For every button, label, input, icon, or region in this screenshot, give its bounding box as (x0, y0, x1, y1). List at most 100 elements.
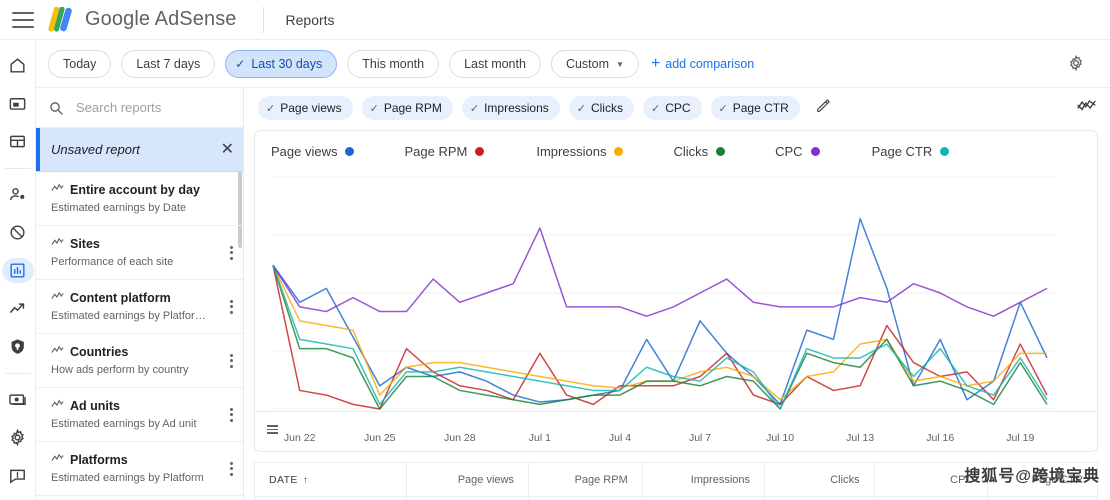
plus-icon: + (650, 55, 661, 72)
x-axis-tick: Jul 4 (608, 431, 632, 444)
cell-page-views: 9,708 (405, 496, 529, 500)
rail-item-account-settings[interactable] (2, 425, 34, 451)
legend-item-clicks[interactable]: Clicks (673, 143, 726, 159)
rail-item-feedback[interactable] (2, 462, 34, 488)
check-icon: ✓ (718, 102, 728, 115)
report-title: Entire account by day (70, 183, 200, 197)
report-title: Unsaved report (51, 142, 140, 157)
chart-type-button[interactable] (1077, 97, 1096, 118)
more-options-icon[interactable] (230, 245, 233, 260)
cell-page-ctr: 1.70% (987, 496, 1098, 500)
x-axis-tick: Jul 10 (766, 431, 795, 444)
report-title: Countries (70, 345, 129, 359)
close-icon[interactable]: ✕ (221, 141, 234, 158)
legend-item-cpc[interactable]: CPC (775, 144, 820, 159)
cell-clicks: 165 (764, 496, 875, 500)
date-chip-today[interactable]: Today (48, 50, 112, 78)
gear-icon (1067, 54, 1085, 77)
table-row[interactable]: All 9,708 $0.60 24,541 165 $0.04 1.70% (254, 496, 1098, 500)
rail-divider-2 (4, 372, 31, 374)
rail-item-sites[interactable] (2, 129, 34, 155)
rail-divider (4, 168, 31, 170)
report-title: Content platform (70, 291, 171, 305)
check-icon: ✓ (576, 102, 586, 115)
col-clicks[interactable]: Clicks (764, 462, 875, 497)
legend-color-dot (614, 146, 624, 156)
rail-item-optimization[interactable] (2, 295, 34, 321)
check-icon: ✓ (369, 102, 379, 115)
metric-chip-cpc[interactable]: ✓ CPC (642, 96, 702, 120)
tab-reports[interactable]: Reports (286, 12, 335, 28)
legend-item-page-rpm[interactable]: Page RPM (404, 143, 485, 159)
col-impressions[interactable]: Impressions (641, 462, 766, 497)
search-input[interactable] (76, 100, 243, 115)
more-options-icon[interactable] (230, 299, 233, 314)
list-item-countries[interactable]: Countries How ads perform by country (36, 334, 243, 388)
legend-color-dot (716, 146, 726, 156)
date-chip-label: Custom (565, 57, 610, 71)
x-axis-tick: Jun 28 (444, 431, 476, 444)
more-options-icon[interactable] (230, 461, 233, 476)
date-range-toolbar: Today Last 7 days ✓ Last 30 days This mo… (36, 41, 1110, 88)
left-nav-rail (0, 41, 36, 500)
legend-color-dot (810, 146, 820, 156)
report-title: Platforms (70, 453, 128, 467)
block-icon (8, 223, 27, 242)
report-subtitle: Estimated earnings by Platform… (51, 310, 213, 322)
date-chip-label: This month (362, 57, 425, 71)
list-item-sites[interactable]: Sites Performance of each site (36, 226, 243, 280)
list-item-entire-account-by-day[interactable]: Entire account by day Estimated earnings… (36, 172, 243, 226)
metric-chip-page-views[interactable]: ✓ Page views (258, 96, 353, 120)
rail-item-reports[interactable] (1, 257, 34, 284)
rail-item-ads[interactable] (2, 91, 34, 117)
hamburger-icon[interactable] (12, 11, 34, 28)
ad-display-icon (8, 94, 27, 113)
more-options-icon[interactable] (230, 407, 233, 422)
date-chip-last-month[interactable]: Last month (449, 50, 541, 78)
rail-item-brand-safety[interactable] (2, 182, 34, 208)
rail-item-payments[interactable] (2, 387, 34, 413)
legend-label: Page views (271, 143, 338, 159)
top-app-bar: Google AdSense Reports (0, 0, 1110, 40)
legend-item-page-ctr[interactable]: Page CTR (872, 144, 950, 159)
legend-item-impressions[interactable]: Impressions (536, 144, 624, 159)
brand[interactable]: Google AdSense (48, 5, 237, 33)
legend-label: Clicks (673, 143, 709, 159)
list-item-ad-units[interactable]: Ad units Estimated earnings by Ad unit (36, 388, 243, 442)
add-comparison-button[interactable]: + add comparison (651, 56, 754, 72)
gear-icon (8, 428, 27, 447)
list-item-platforms[interactable]: Platforms Estimated earnings by Platform (36, 442, 243, 496)
metric-chip-page-rpm[interactable]: ✓ Page RPM (361, 96, 453, 120)
date-chip-last-7-days[interactable]: Last 7 days (121, 50, 216, 78)
col-cpc[interactable]: CPC (873, 462, 989, 497)
axis-menu-icon[interactable] (267, 425, 278, 434)
x-axis-tick: Jul 1 (528, 431, 551, 444)
report-chart-icon (51, 290, 64, 306)
x-axis-tick: Jul 16 (926, 431, 955, 444)
col-page-views[interactable]: Page views (405, 462, 529, 497)
col-page-ctr[interactable]: Page CTR (987, 462, 1098, 497)
x-axis-tick: Jun 22 (283, 431, 316, 444)
chart-card: Page views Page RPM Impressions Clicks C… (254, 130, 1098, 452)
date-chip-last-30-days[interactable]: ✓ Last 30 days (225, 50, 338, 78)
rail-item-privacy-messaging[interactable] (2, 333, 34, 359)
date-chip-this-month[interactable]: This month (347, 50, 440, 78)
metric-chip-page-ctr[interactable]: ✓ Page CTR (710, 96, 800, 120)
rail-item-blocking-controls[interactable] (2, 220, 34, 246)
sort-arrow-icon: ↑ (302, 474, 309, 486)
legend-color-dot (345, 146, 355, 156)
rail-item-home[interactable] (2, 53, 34, 79)
metric-chip-clicks[interactable]: ✓ Clicks (568, 96, 634, 120)
metric-chip-impressions[interactable]: ✓ Impressions (461, 96, 560, 120)
report-settings-button[interactable] (1064, 53, 1088, 77)
date-chip-custom[interactable]: Custom ▼ (550, 50, 639, 78)
more-options-icon[interactable] (230, 353, 233, 368)
col-date[interactable]: DATE ↑ (254, 462, 407, 497)
legend-item-page-views[interactable]: Page views (271, 143, 355, 159)
legend-label: Page RPM (404, 143, 468, 159)
edit-metrics-button[interactable] (815, 98, 831, 119)
col-page-rpm[interactable]: Page RPM (527, 462, 643, 497)
list-item-content-platform[interactable]: Content platform Estimated earnings by P… (36, 280, 243, 334)
row-label: All (254, 496, 407, 500)
list-item-unsaved-report[interactable]: Unsaved report ✕ (36, 128, 243, 172)
